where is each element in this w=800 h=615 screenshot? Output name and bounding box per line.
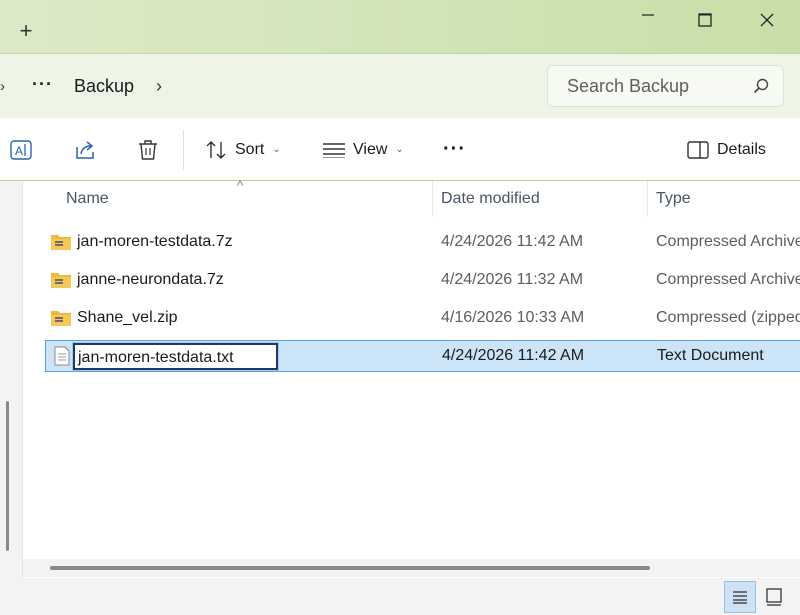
file-date: 4/24/2026 11:32 AM [441,271,584,288]
table-row[interactable]: janne-neurondata.7z 4/24/2026 11:32 AM C… [45,265,800,297]
navigation-scrollbar[interactable] [6,401,9,551]
share-button[interactable] [74,118,96,181]
zip-folder-icon [51,273,71,288]
chevron-down-icon: ⌄ [272,144,281,155]
close-button[interactable] [737,0,797,40]
minimize-icon [642,14,654,16]
text-file-icon [54,346,70,366]
breadcrumb-chevron-icon[interactable]: › [156,76,162,97]
details-label: Details [717,140,766,158]
sort-ascending-icon: ^ [237,178,244,193]
details-view-icon [733,591,747,604]
column-header-name[interactable]: Name [66,190,109,208]
column-header-type[interactable]: Type [656,190,691,208]
view-label: View [353,140,388,158]
see-more-button[interactable]: ··· [443,118,466,181]
minimize-button-alt[interactable] [618,0,678,40]
file-list: ^ Name Date modified Type jan-moren-test… [0,178,800,578]
new-tab-button[interactable]: + [14,19,38,43]
maximize-icon [698,13,712,27]
svg-text:A: A [15,144,23,158]
title-bar: + [0,0,800,54]
navigation-pane [0,181,23,578]
search-box[interactable] [547,65,784,107]
file-type: Text Document [657,347,764,364]
file-name: jan-moren-testdata.7z [77,233,233,250]
maximize-button[interactable] [675,0,735,40]
rename-input[interactable]: jan-moren-testdata.txt [72,342,279,371]
details-pane-button[interactable]: Details [687,118,766,181]
horizontal-scrollbar[interactable] [23,559,800,577]
table-row-selected[interactable]: jan-moren-testdata.txt 4/24/2026 11:42 A… [45,340,800,372]
close-icon [760,13,774,27]
file-type: Compressed Archive [656,271,800,288]
search-icon [753,78,769,94]
share-icon [76,140,94,159]
file-name: janne-neurondata.7z [77,271,224,288]
file-date: 4/16/2026 10:33 AM [441,309,585,326]
address-bar: › ··· Backup › [0,54,800,118]
zip-folder-icon [51,311,71,326]
column-header-date[interactable]: Date modified [441,190,540,208]
horizontal-scrollbar-thumb[interactable] [50,566,650,570]
sort-icon [206,140,226,159]
column-separator[interactable] [647,181,648,217]
search-input[interactable] [548,66,748,106]
large-icons-view-button[interactable] [758,581,790,613]
view-list-icon [323,142,345,158]
table-row[interactable]: Shane_vel.zip 4/16/2026 10:33 AM Compres… [45,303,800,335]
delete-button[interactable] [137,118,159,181]
large-icons-view-icon [766,588,782,606]
chevron-down-icon: ⌄ [395,144,404,155]
column-separator[interactable] [432,181,433,217]
chevron-right-icon: › [0,78,5,95]
sort-button[interactable]: Sort ⌄ [205,118,281,181]
status-bar [0,578,800,615]
breadcrumb-more-button[interactable]: ··· [32,74,53,95]
sort-label: Sort [235,140,265,158]
file-name: Shane_vel.zip [77,309,178,326]
command-bar: A Sort ⌄ View ⌄ ··· Details [0,118,800,181]
details-view-button[interactable] [724,581,756,613]
file-date: 4/24/2026 11:42 AM [442,347,585,364]
details-pane-icon [687,140,709,159]
view-button[interactable]: View ⌄ [323,118,404,181]
toolbar-separator [183,130,184,170]
breadcrumb-backup[interactable]: Backup [74,76,134,97]
file-type: Compressed (zipped [656,309,800,326]
rename-icon: A [10,139,32,160]
rename-button[interactable]: A [10,118,32,181]
trash-icon [139,139,157,160]
table-row[interactable]: jan-moren-testdata.7z 4/24/2026 11:42 AM… [45,227,800,259]
zip-folder-icon [51,235,71,250]
file-type: Compressed Archive [656,233,800,250]
file-date: 4/24/2026 11:42 AM [441,233,584,250]
